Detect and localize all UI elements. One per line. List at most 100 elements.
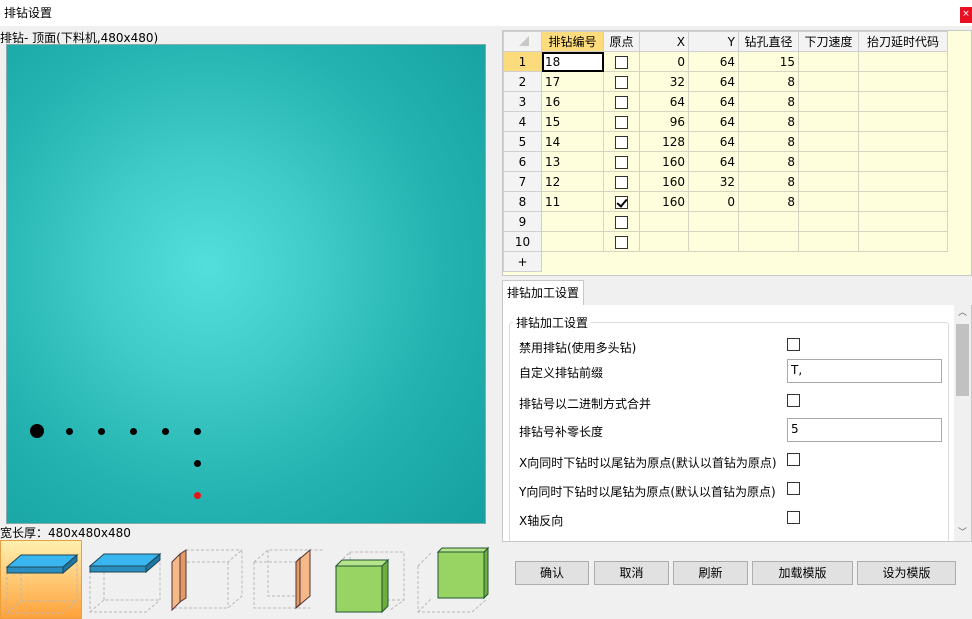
cell-feed-speed[interactable] (798, 151, 859, 172)
table-row[interactable]: 4 15 96 64 8 (503, 111, 948, 132)
cell-x[interactable] (639, 231, 689, 252)
table-row[interactable]: 9 (503, 211, 948, 232)
view-bottom-button[interactable] (84, 540, 166, 619)
cell-y[interactable]: 64 (688, 71, 739, 92)
cell-diameter[interactable]: 8 (738, 91, 799, 112)
cell-diameter[interactable] (738, 231, 799, 252)
scroll-up-icon[interactable]: ︿ (954, 305, 971, 322)
refresh-button[interactable]: 刷新 (673, 561, 748, 585)
view-right-button[interactable] (248, 540, 330, 619)
setting-checkbox[interactable] (787, 453, 800, 466)
cell-y[interactable]: 64 (688, 51, 739, 72)
origin-checkbox[interactable] (615, 135, 628, 149)
setting-checkbox[interactable] (787, 394, 800, 407)
cell-y[interactable] (688, 231, 739, 252)
load-template-button[interactable]: 加载模版 (752, 561, 853, 585)
cell-feed-speed[interactable] (798, 211, 859, 232)
cell-feed-speed[interactable] (798, 231, 859, 252)
cell-x[interactable]: 96 (639, 111, 689, 132)
table-row[interactable]: 2 17 32 64 8 (503, 71, 948, 92)
drill-preview-canvas[interactable] (6, 44, 486, 524)
origin-checkbox[interactable] (615, 95, 628, 109)
cell-lift-delay[interactable] (858, 131, 948, 152)
view-back-button[interactable] (412, 540, 494, 619)
cell-feed-speed[interactable] (798, 111, 859, 132)
cell-y[interactable]: 0 (688, 191, 739, 212)
column-header-diameter[interactable]: 钻孔直径 (738, 31, 799, 52)
table-row[interactable]: 1 18 0 64 15 (503, 51, 948, 72)
cell-origin[interactable] (603, 91, 640, 112)
cell-drill-id[interactable]: 14 (541, 131, 604, 152)
table-row[interactable]: 6 13 160 64 8 (503, 151, 948, 172)
cell-x[interactable]: 32 (639, 71, 689, 92)
cell-origin[interactable] (603, 51, 640, 72)
cell-x[interactable]: 160 (639, 171, 689, 192)
tab-drill-settings[interactable]: 排钻加工设置 (502, 280, 584, 306)
table-row[interactable]: 3 16 64 64 8 (503, 91, 948, 112)
cell-drill-id[interactable]: 12 (541, 171, 604, 192)
cell-origin[interactable] (603, 131, 640, 152)
cell-lift-delay[interactable] (858, 231, 948, 252)
cell-feed-speed[interactable] (798, 131, 859, 152)
column-header-drill-id[interactable]: 排钻编号 (541, 31, 604, 52)
cell-origin[interactable] (603, 231, 640, 252)
cell-drill-id[interactable]: 13 (541, 151, 604, 172)
origin-checkbox[interactable] (615, 235, 628, 249)
scroll-down-icon[interactable]: ﹀ (954, 525, 971, 541)
setting-checkbox[interactable] (787, 482, 800, 495)
cell-y[interactable]: 64 (688, 111, 739, 132)
cell-lift-delay[interactable] (858, 91, 948, 112)
cell-x[interactable]: 160 (639, 151, 689, 172)
cell-origin[interactable] (603, 71, 640, 92)
cell-diameter[interactable]: 8 (738, 151, 799, 172)
cell-x[interactable]: 64 (639, 91, 689, 112)
origin-checkbox[interactable] (615, 55, 628, 69)
set-template-button[interactable]: 设为模版 (857, 561, 956, 585)
cell-feed-speed[interactable] (798, 51, 859, 72)
cell-drill-id[interactable] (541, 231, 604, 252)
table-row[interactable]: 7 12 160 32 8 (503, 171, 948, 192)
select-all-corner[interactable] (503, 31, 542, 52)
column-header-y[interactable]: Y (688, 31, 739, 52)
cancel-button[interactable]: 取消 (594, 561, 669, 585)
table-row[interactable]: 5 14 128 64 8 (503, 131, 948, 152)
new-row[interactable]: + (503, 251, 948, 272)
cell-lift-delay[interactable] (858, 211, 948, 232)
column-header-feed-speed[interactable]: 下刀速度 (798, 31, 859, 52)
view-top-button[interactable] (0, 540, 82, 619)
cell-feed-speed[interactable] (798, 71, 859, 92)
origin-checkbox[interactable] (615, 115, 628, 129)
cell-origin[interactable] (603, 151, 640, 172)
cell-x[interactable] (639, 211, 689, 232)
cell-diameter[interactable]: 8 (738, 171, 799, 192)
cell-drill-id[interactable]: 18 (541, 51, 604, 72)
cell-y[interactable]: 64 (688, 91, 739, 112)
cell-lift-delay[interactable] (858, 51, 948, 72)
cell-diameter[interactable]: 8 (738, 71, 799, 92)
close-icon[interactable]: × (960, 7, 972, 23)
cell-x[interactable]: 160 (639, 191, 689, 212)
cell-y[interactable]: 32 (688, 171, 739, 192)
confirm-button[interactable]: 确认 (515, 561, 589, 585)
cell-diameter[interactable]: 8 (738, 111, 799, 132)
cell-feed-speed[interactable] (798, 91, 859, 112)
new-row-icon[interactable]: + (503, 251, 542, 272)
cell-drill-id[interactable]: 17 (541, 71, 604, 92)
origin-checkbox[interactable] (615, 175, 628, 189)
cell-diameter[interactable]: 8 (738, 131, 799, 152)
cell-drill-id[interactable] (541, 211, 604, 232)
cell-lift-delay[interactable] (858, 151, 948, 172)
new-row-area[interactable] (541, 251, 948, 272)
origin-checkbox[interactable] (615, 215, 628, 229)
cell-y[interactable]: 64 (688, 151, 739, 172)
cell-y[interactable] (688, 211, 739, 232)
setting-text-field[interactable]: T, (787, 359, 942, 383)
table-row[interactable]: 10 (503, 231, 948, 252)
cell-x[interactable]: 128 (639, 131, 689, 152)
column-header-origin[interactable]: 原点 (603, 31, 640, 52)
cell-diameter[interactable]: 8 (738, 191, 799, 212)
cell-lift-delay[interactable] (858, 171, 948, 192)
cell-drill-id[interactable]: 15 (541, 111, 604, 132)
table-row[interactable]: 8 11 160 0 8 (503, 191, 948, 212)
settings-scrollbar[interactable]: ︿ ﹀ (954, 305, 971, 541)
